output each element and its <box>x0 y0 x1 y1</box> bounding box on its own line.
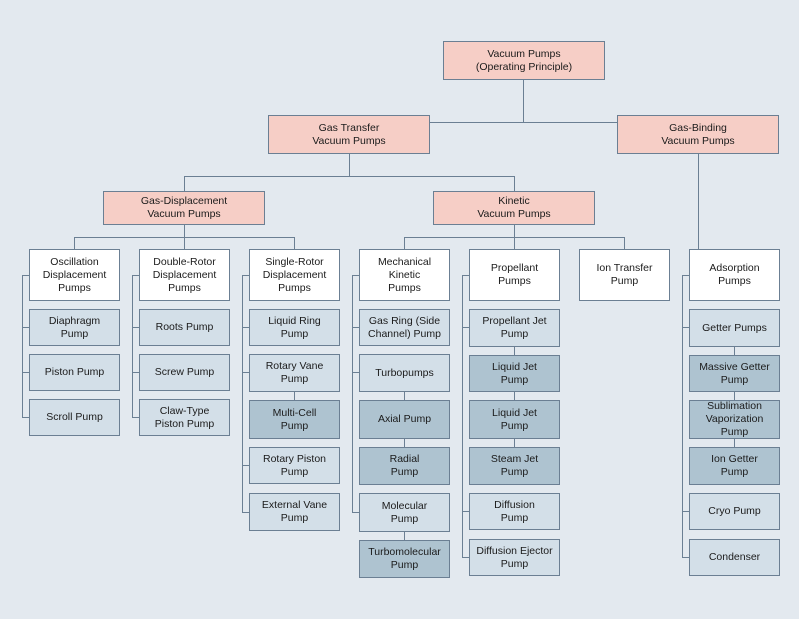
branch-col5-item3 <box>462 557 469 558</box>
node-gas-binding[interactable]: Gas-Binding Vacuum Pumps <box>617 115 779 154</box>
node-scroll-pump[interactable]: Scroll Pump <box>29 399 120 436</box>
branch-col3-item2 <box>242 372 249 373</box>
node-mechanical-kinetic-pumps[interactable]: Mechanical Kinetic Pumps <box>359 249 450 301</box>
connector-col6-stem <box>624 237 625 249</box>
connector-gastransfer-down <box>349 154 350 176</box>
node-radial-pump[interactable]: Radial Pump <box>359 447 450 485</box>
connector-kinetic-down <box>514 225 515 237</box>
connector-col2-stem <box>184 237 185 249</box>
node-ion-transfer-pump[interactable]: Ion Transfer Pump <box>579 249 670 301</box>
node-gas-ring-side-channel-pump[interactable]: Gas Ring (Side Channel) Pump <box>359 309 450 346</box>
spine-col4 <box>352 275 353 512</box>
node-liquid-jet-pump-1[interactable]: Liquid Jet Pump <box>469 355 560 392</box>
branch-col3-item1 <box>242 327 249 328</box>
branch-col3-item3 <box>242 465 249 466</box>
spine-col2 <box>132 275 133 417</box>
node-cryo-pump[interactable]: Cryo Pump <box>689 493 780 530</box>
connector-gasdisp-down <box>184 225 185 237</box>
branch-col4-item1 <box>352 327 359 328</box>
spine-col3 <box>242 275 243 512</box>
node-massive-getter-pump[interactable]: Massive Getter Pump <box>689 355 780 392</box>
connector-col1-stem <box>74 237 75 249</box>
node-multi-cell-pump[interactable]: Multi-Cell Pump <box>249 400 340 439</box>
branch-col4-item2 <box>352 372 359 373</box>
branch-col2-header <box>132 275 139 276</box>
node-getter-pumps[interactable]: Getter Pumps <box>689 309 780 347</box>
branch-col2-item3 <box>132 417 139 418</box>
branch-col4-header <box>352 275 359 276</box>
node-double-rotor-displacement-pumps[interactable]: Double-Rotor Displacement Pumps <box>139 249 230 301</box>
node-diffusion-ejector-pump[interactable]: Diffusion Ejector Pump <box>469 539 560 576</box>
connector-gasdisp-stem <box>184 176 185 191</box>
node-sublimation-vaporization-pump[interactable]: Sublimation Vaporization Pump <box>689 400 780 439</box>
branch-col3-header <box>242 275 249 276</box>
branch-col5-item2 <box>462 511 469 512</box>
branch-col3-item4 <box>242 512 249 513</box>
branch-col5-header <box>462 275 469 276</box>
connector-gasbinding-down <box>698 154 699 249</box>
node-condenser[interactable]: Condenser <box>689 539 780 576</box>
connector-col4-stem <box>404 237 405 249</box>
branch-col7-item2 <box>682 511 689 512</box>
connector-col5-stem <box>514 237 515 249</box>
diagram-canvas: Vacuum Pumps (Operating Principle) Gas T… <box>0 0 799 619</box>
branch-col1-header <box>22 275 29 276</box>
node-turbomolecular-pump[interactable]: Turbomolecular Pump <box>359 540 450 578</box>
node-turbopumps[interactable]: Turbopumps <box>359 354 450 392</box>
node-propellant-pumps[interactable]: Propellant Pumps <box>469 249 560 301</box>
node-gas-displacement[interactable]: Gas-Displacement Vacuum Pumps <box>103 191 265 225</box>
node-single-rotor-displacement-pumps[interactable]: Single-Rotor Displacement Pumps <box>249 249 340 301</box>
node-external-vane-pump[interactable]: External Vane Pump <box>249 493 340 531</box>
connector-root-stem <box>523 80 524 122</box>
connector-level2-bus <box>184 176 514 177</box>
branch-col1-item1 <box>22 327 29 328</box>
node-gas-transfer[interactable]: Gas Transfer Vacuum Pumps <box>268 115 430 154</box>
spine-col5 <box>462 275 463 557</box>
branch-col1-item2 <box>22 372 29 373</box>
branch-col7-item3 <box>682 557 689 558</box>
node-diaphragm-pump[interactable]: Diaphragm Pump <box>29 309 120 346</box>
node-rotary-vane-pump[interactable]: Rotary Vane Pump <box>249 354 340 392</box>
branch-col2-item1 <box>132 327 139 328</box>
node-steam-jet-pump[interactable]: Steam Jet Pump <box>469 447 560 485</box>
node-piston-pump[interactable]: Piston Pump <box>29 354 120 391</box>
branch-col2-item2 <box>132 372 139 373</box>
node-molecular-pump[interactable]: Molecular Pump <box>359 493 450 532</box>
node-root[interactable]: Vacuum Pumps (Operating Principle) <box>443 41 605 80</box>
node-adsorption-pumps[interactable]: Adsorption Pumps <box>689 249 780 301</box>
branch-col7-item1 <box>682 327 689 328</box>
branch-col5-item1 <box>462 327 469 328</box>
node-liquid-ring-pump[interactable]: Liquid Ring Pump <box>249 309 340 346</box>
node-kinetic[interactable]: Kinetic Vacuum Pumps <box>433 191 595 225</box>
branch-col7-header <box>682 275 689 276</box>
spine-col7 <box>682 275 683 557</box>
node-ion-getter-pump[interactable]: Ion Getter Pump <box>689 447 780 485</box>
node-liquid-jet-pump-2[interactable]: Liquid Jet Pump <box>469 400 560 439</box>
node-rotary-piston-pump[interactable]: Rotary Piston Pump <box>249 447 340 484</box>
connector-col3-stem <box>294 237 295 249</box>
node-diffusion-pump[interactable]: Diffusion Pump <box>469 493 560 530</box>
node-claw-type-piston-pump[interactable]: Claw-Type Piston Pump <box>139 399 230 436</box>
spine-col1 <box>22 275 23 417</box>
node-screw-pump[interactable]: Screw Pump <box>139 354 230 391</box>
node-roots-pump[interactable]: Roots Pump <box>139 309 230 346</box>
branch-col1-item3 <box>22 417 29 418</box>
connector-kinetic-stem <box>514 176 515 191</box>
node-oscillation-displacement-pumps[interactable]: Oscillation Displacement Pumps <box>29 249 120 301</box>
node-axial-pump[interactable]: Axial Pump <box>359 400 450 439</box>
node-propellant-jet-pump[interactable]: Propellant Jet Pump <box>469 309 560 347</box>
branch-col4-item3 <box>352 512 359 513</box>
